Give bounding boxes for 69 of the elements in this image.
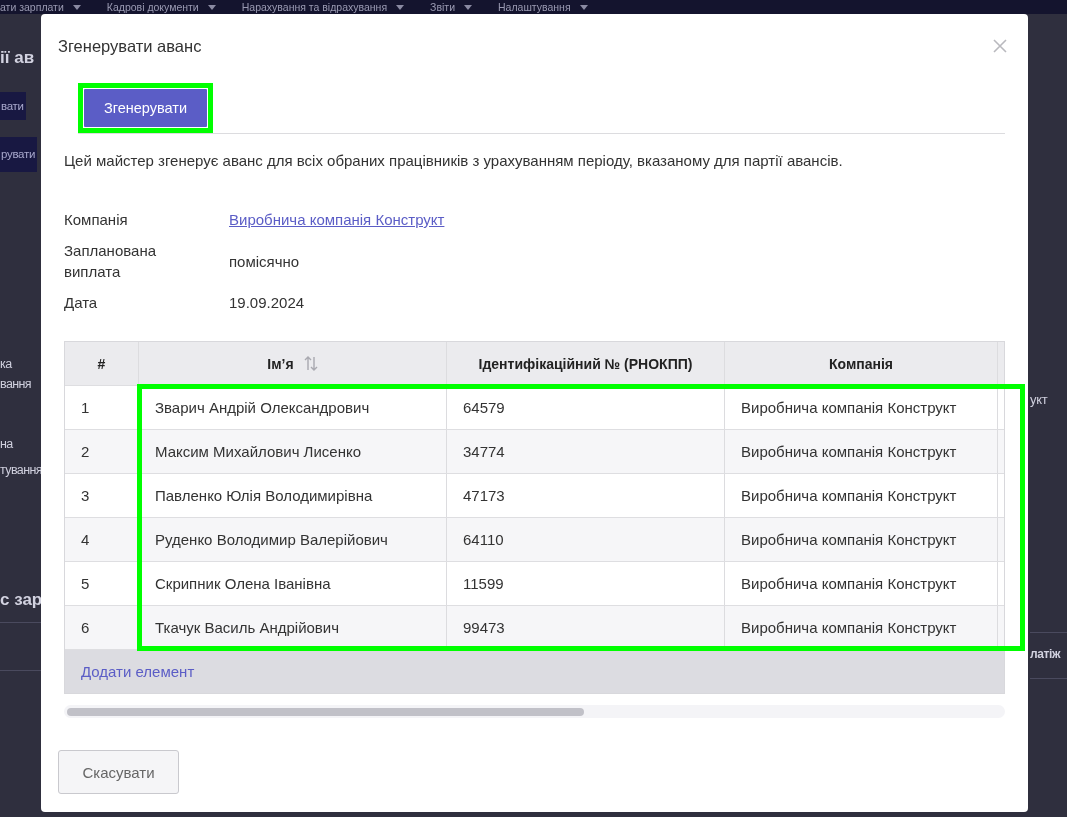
table-cell: 2 [81, 443, 90, 460]
menu-item[interactable]: Звіти [430, 0, 473, 14]
table-cell: 4 [81, 531, 90, 548]
table-cell: Виробнича компанія Конструкт [741, 443, 957, 460]
table-cell: Виробнича компанія Конструкт [741, 399, 957, 416]
caret-icon [579, 4, 588, 10]
caret-icon [72, 4, 81, 10]
table-cell: Скрипник Олена Іванівна [155, 575, 331, 592]
column-header[interactable]: Ідентифікаційний № (РНОКПП) [478, 355, 693, 372]
table-row[interactable]: 2 Максим Михайлович Лисенко 34774 Виробнича компанія Конструкт [65, 430, 1004, 474]
page-label: вання [0, 376, 32, 393]
table-cell: Виробнича компанія Конструкт [741, 487, 957, 504]
field-label: Запланована виплата [64, 241, 157, 282]
section-heading: с зар [0, 589, 41, 611]
table-cell: Виробнича компанія Конструкт [741, 575, 957, 592]
column-header[interactable]: Компанія [829, 355, 893, 372]
column-header: латіж [1030, 646, 1061, 663]
table-cell: 5 [81, 575, 90, 592]
close-icon[interactable] [993, 39, 1007, 53]
scrollbar-thumb[interactable] [67, 707, 584, 716]
generate-button[interactable]: Згенерувати [84, 89, 208, 127]
table-cell-text: укт [1030, 391, 1048, 409]
table-cell: Ткачук Василь Андрійович [155, 619, 339, 636]
page-button[interactable]: вати [0, 92, 26, 120]
table-cell: 34774 [463, 443, 505, 460]
table-cell: 64579 [463, 399, 505, 416]
table-cell: 3 [81, 487, 90, 504]
field-value: 19.09.2024 [229, 293, 305, 313]
menu-item[interactable]: ати зарплати [0, 0, 81, 14]
table-row[interactable]: 3 Павленко Юлія Володимирівна 47173 Виробнича компанія Конструкт [65, 474, 1004, 518]
table-cell: 64110 [463, 531, 504, 548]
table-cell: 99473 [463, 619, 505, 636]
table-cell: 6 [81, 619, 90, 636]
table-cell: Павленко Юлія Володимирівна [155, 487, 373, 504]
caret-icon [464, 4, 473, 10]
page-label: ка [0, 356, 13, 373]
menu-item[interactable]: Налаштування [498, 0, 588, 14]
table-cell: Зварич Андрій Олександрович [155, 399, 370, 416]
table-cell: Виробнича компанія Конструкт [741, 619, 957, 636]
table-cell: 11599 [463, 575, 504, 592]
page-label: тування [0, 462, 41, 479]
scrollbar-track[interactable] [64, 705, 1005, 718]
table-cell: 1 [81, 399, 90, 416]
page-heading: ії ав [0, 47, 35, 69]
table-row[interactable]: 4 Руденко Володимир Валерійович 64110 Виробнича компанія Конструкт [65, 518, 1004, 562]
table-cell: Виробнича компанія Конструкт [741, 531, 957, 548]
table-row[interactable]: 6 Ткачук Василь Андрійович 99473 Виробнича компанія Конструкт [65, 606, 1004, 650]
caret-icon [396, 4, 405, 10]
caret-icon [207, 4, 216, 10]
column-header[interactable]: Ім’я [267, 355, 318, 372]
table-cell: 47173 [463, 487, 505, 504]
company-link[interactable]: Виробнича компанія Конструкт [229, 209, 445, 230]
field-value: помісячно [229, 251, 300, 272]
add-item-link[interactable]: Додати елемент [81, 663, 195, 680]
page-label: на [0, 436, 14, 453]
table-row[interactable]: 5 Скрипник Олена Іванівна 11599 Виробнича компанія Конструкт [65, 562, 1004, 606]
description-text: Цей майстер згенерує аванс для всіх обраних працівників з урахуванням періоду, вказаному для партії авансів. [64, 151, 844, 171]
menu-item[interactable]: Нарахування та відрахування [241, 0, 405, 14]
sort-icon[interactable] [303, 355, 318, 372]
page-button[interactable]: рувати [0, 137, 38, 172]
field-label: Дата [64, 293, 98, 313]
table-cell: Максим Михайлович Лисенко [155, 443, 362, 460]
column-header[interactable]: # [97, 355, 106, 372]
menu-item[interactable]: Кадрові документи [106, 0, 216, 14]
table-row[interactable]: 1 Зварич Андрій Олександрович 64579 Виробнича компанія Конструкт [65, 386, 1004, 430]
field-label: Компанія [64, 210, 128, 230]
cancel-button[interactable]: Скасувати [58, 750, 179, 794]
table-cell: Руденко Володимир Валерійович [155, 531, 388, 548]
dialog-title: Згенерувати аванс [58, 36, 202, 57]
